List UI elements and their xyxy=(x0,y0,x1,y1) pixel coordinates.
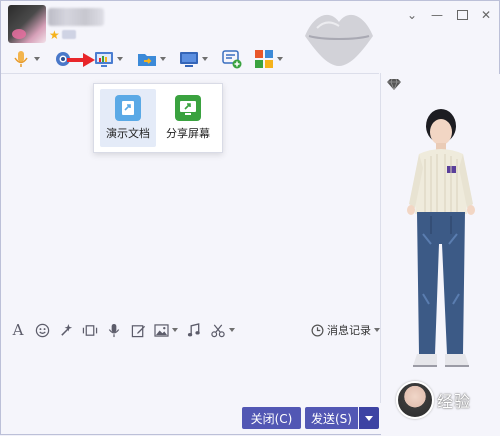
send-button-label: 发送(S) xyxy=(311,411,352,426)
remote-demo-button[interactable] xyxy=(94,47,123,71)
chevron-down-icon xyxy=(228,328,235,332)
send-options-button[interactable] xyxy=(359,407,379,429)
chevron-down-icon xyxy=(365,415,373,421)
star-icon: ★ xyxy=(49,28,60,42)
avatar-character-figure[interactable] xyxy=(401,104,481,384)
diamond-icon[interactable] xyxy=(387,78,401,90)
emoji-button[interactable] xyxy=(33,321,51,339)
voice-call-button[interactable] xyxy=(11,47,40,71)
lips-decoration xyxy=(305,14,373,66)
magic-wand-icon xyxy=(60,323,72,336)
close-button[interactable]: 关闭(C) xyxy=(242,407,301,429)
music-note-icon xyxy=(187,322,200,336)
contact-signature-blurred xyxy=(62,30,76,39)
microphone-icon xyxy=(14,51,28,67)
shake-icon xyxy=(82,324,98,336)
watermark-text: 经验 xyxy=(437,392,472,411)
contact-avatar[interactable] xyxy=(8,5,46,43)
edit-icon xyxy=(131,324,145,337)
red-arrow-annotation xyxy=(67,53,95,70)
image-icon xyxy=(154,323,169,337)
message-display-area[interactable] xyxy=(1,74,380,314)
chat-add-icon xyxy=(222,50,242,69)
send-button[interactable]: 发送(S) xyxy=(305,407,358,429)
microphone-icon xyxy=(108,323,120,337)
show-panel xyxy=(381,74,500,436)
chevron-down-icon xyxy=(172,328,178,332)
magic-expression-button[interactable] xyxy=(57,321,75,339)
screenshot-button[interactable] xyxy=(209,321,235,339)
dropdown-menu-button[interactable]: ⌄ xyxy=(403,7,421,23)
close-window-button[interactable]: ✕ xyxy=(477,7,495,23)
smiley-icon xyxy=(35,323,49,337)
remote-desktop-button[interactable] xyxy=(179,47,208,71)
monitor-icon xyxy=(180,52,198,67)
chevron-down-icon: ⌄ xyxy=(406,8,418,22)
create-discussion-button[interactable] xyxy=(222,47,242,71)
voice-message-button[interactable] xyxy=(105,321,123,339)
apps-button[interactable] xyxy=(254,47,283,71)
minimize-icon: — xyxy=(431,8,443,22)
window-shake-button[interactable] xyxy=(81,321,99,339)
message-history-button[interactable]: 消息记录 xyxy=(311,322,380,338)
chat-window: ★ ⌄ — ✕ 演示文档 分享屏幕 A 消息记录 关闭(C) 发送(S) 经验 xyxy=(0,0,500,436)
maximize-button[interactable] xyxy=(453,7,471,23)
clock-icon xyxy=(311,324,324,336)
font-button[interactable]: A xyxy=(9,321,27,339)
folder-icon xyxy=(138,54,156,66)
music-button[interactable] xyxy=(185,321,203,339)
message-input-area[interactable] xyxy=(1,343,380,403)
contact-name-blurred xyxy=(48,8,104,26)
minimize-button[interactable]: — xyxy=(428,7,446,23)
font-icon: A xyxy=(12,321,24,339)
close-icon: ✕ xyxy=(480,8,492,22)
send-file-button[interactable] xyxy=(137,47,166,71)
message-history-label: 消息记录 xyxy=(327,324,371,337)
maximize-icon xyxy=(456,10,468,20)
apps-grid-icon xyxy=(255,50,273,68)
edit-button[interactable] xyxy=(129,321,147,339)
my-avatar[interactable] xyxy=(396,381,434,419)
monitor-chart-icon xyxy=(95,52,113,67)
scissors-icon xyxy=(210,323,225,337)
image-button[interactable] xyxy=(153,321,179,339)
close-button-label: 关闭(C) xyxy=(250,411,293,426)
